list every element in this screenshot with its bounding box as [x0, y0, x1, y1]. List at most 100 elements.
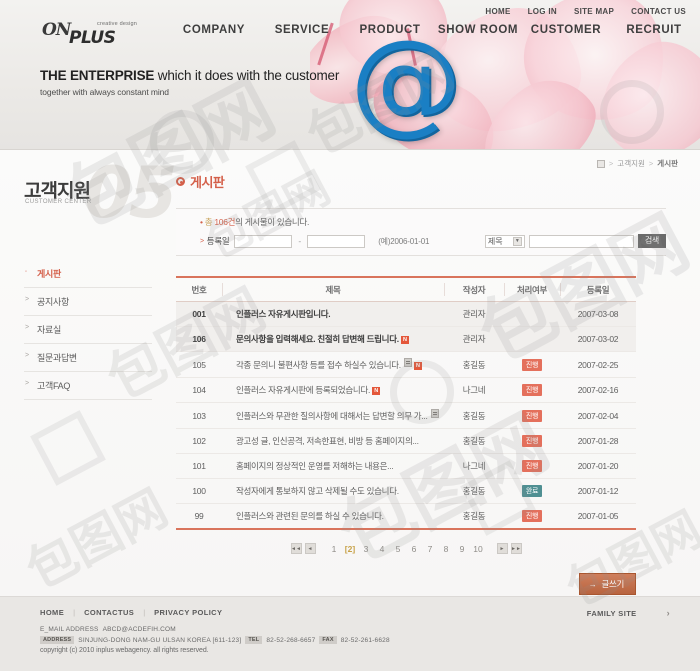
site-logo[interactable]: ON PLUS creative design [42, 20, 152, 48]
cell-title[interactable]: 인플러스 자유게시판에 등록되었습니다. N [222, 377, 444, 403]
post-title-link[interactable]: 인플러스와 관련된 문의를 하실 수 있습니다. [236, 511, 384, 521]
pagination-prev-button[interactable]: ◄ [304, 543, 316, 554]
filter-label-text: 등록일 [206, 236, 230, 246]
status-badge: 진행 [521, 510, 543, 522]
table-row[interactable]: 100 작성자에게 통보하지 않고 삭제될 수도 있습니다. 홍길동 완료 2007-0… [176, 478, 636, 504]
footer-tel-value: 82-52-268-6657 [266, 636, 316, 644]
chevron-down-icon: ▼ [512, 236, 522, 246]
pagination-page-8[interactable]: 8 [440, 544, 453, 554]
footer-link-privacy[interactable]: PRIVACY POLICY [154, 608, 222, 617]
table-row[interactable]: 001 인플러스 자유게시판입니다. 관리자 2007-03-08 [176, 301, 636, 327]
pagination-page-4[interactable]: 4 [376, 544, 389, 554]
footer-links[interactable]: HOME | CONTACTUS | PRIVACY POLICY [40, 608, 670, 617]
post-title-link[interactable]: 인플러스 자유게시판입니다. [236, 309, 331, 319]
nav-item-showroom[interactable]: SHOW ROOM [434, 24, 522, 36]
board-table-head: 번호 제목 작성자 처리여부 등록일 [176, 276, 636, 302]
topnav-item-sitemap[interactable]: SITE MAP [574, 7, 614, 16]
sidebar-item-faq[interactable]: > 고객FAQ [24, 372, 152, 400]
nav-item-service[interactable]: SERVICE [258, 24, 346, 36]
cell-writer: 나그네 [444, 377, 504, 403]
nav-item-product[interactable]: PRODUCT [346, 24, 434, 36]
footer-copyright: copyright (c) 2010 inplus webagency. all… [40, 647, 209, 654]
th-date: 등록일 [560, 276, 636, 302]
pagination-page-5[interactable]: 5 [392, 544, 405, 554]
cell-title[interactable]: 홈페이지의 정상적인 운영를 저해하는 내용은... [222, 453, 444, 479]
nav-item-recruit[interactable]: RECRUIT [610, 24, 698, 36]
table-row[interactable]: 102 광고성 글, 인신공격, 저속한표현, 비방 등 홈페이지의... 홍길동 진… [176, 428, 636, 454]
date-to-input[interactable] [307, 234, 366, 248]
table-row[interactable]: 106 문의사항을 입력해세요. 친절히 답변해 드립니다. N 관리자 2007-03… [176, 326, 636, 352]
cell-title[interactable]: 인플러스 자유게시판입니다. [222, 301, 444, 327]
footer-link-home[interactable]: HOME [40, 608, 64, 617]
attachment-icon [403, 358, 412, 367]
cell-title[interactable]: 광고성 글, 인신공격, 저속한표현, 비방 등 홈페이지의... [222, 428, 444, 454]
search-keyword-input[interactable] [528, 234, 634, 248]
cell-writer: 관리자 [444, 301, 504, 327]
pagination-page-10[interactable]: 10 [472, 544, 485, 554]
sidebar-item-label: 질문과답변 [37, 353, 77, 363]
sidebar-header: 05 고객지원 CUSTOMER CENTER [24, 158, 177, 252]
post-title-link[interactable]: 작성자에게 통보하지 않고 삭제될 수도 있습니다. [236, 486, 399, 496]
pagination[interactable]: ◄◄ ◄ 1 [2] 3 4 5 6 7 8 9 10 ► ►► [176, 543, 636, 554]
table-row[interactable]: 104 인플러스 자유게시판에 등록되었습니다. N 나그네 진행 2007-02-16 [176, 377, 636, 403]
sidebar-item-qna[interactable]: > 질문과답변 [24, 344, 152, 372]
sidebar-item-notice[interactable]: > 공지사항 [24, 288, 152, 316]
chevron-right-icon: > [25, 380, 29, 387]
home-icon[interactable] [596, 159, 605, 168]
cell-state: 진행 [504, 402, 560, 429]
site-header: @ HOME LOG IN SITE MAP CONTACT US ON PLU… [0, 0, 700, 150]
pagination-last-button[interactable]: ►► [510, 543, 522, 554]
table-row[interactable]: 103 인플러스와 무관한 질의사항에 대해서는 답변할 의무 가... 홍길동 진행… [176, 402, 636, 429]
cell-title[interactable]: 각종 문의니 불편사항 등를 접수 하실수 있습니다. N [222, 351, 444, 378]
cell-writer: 홍길동 [444, 478, 504, 504]
search-field-select[interactable]: 제목 ▼ [484, 234, 525, 248]
site-footer: HOME | CONTACTUS | PRIVACY POLICY FAMILY… [0, 596, 700, 671]
main-nav[interactable]: COMPANY SERVICE PRODUCT SHOW ROOM CUSTOM… [170, 24, 698, 36]
post-title-link[interactable]: 문의사항을 입력해세요. 친절히 답변해 드립니다. [236, 334, 399, 344]
search-button[interactable]: 검색 [637, 234, 666, 248]
cell-title[interactable]: 문의사항을 입력해세요. 친절히 답변해 드립니다. N [222, 326, 444, 352]
board-table-wrapper: 번호 제목 작성자 처리여부 등록일 001 인플러스 자유게시판입니다. 관리자 2… [176, 276, 636, 530]
cell-state: 완료 [504, 478, 560, 504]
family-site-selector[interactable]: FAMILY SITE › [587, 608, 670, 618]
pagination-next-button[interactable]: ► [496, 543, 508, 554]
date-from-input[interactable] [234, 234, 293, 248]
post-title-link[interactable]: 광고성 글, 인신공격, 저속한표현, 비방 등 홈페이지의... [236, 436, 419, 446]
breadcrumb-level-1[interactable]: 고객지원 [617, 158, 645, 169]
post-title-link[interactable]: 인플러스 자유게시판에 등록되었습니다. [236, 385, 370, 395]
write-post-button[interactable]: → 글쓰기 [578, 573, 636, 595]
post-title-link[interactable]: 인플러스와 무관한 질의사항에 대해서는 답변할 의무 가... [236, 411, 428, 421]
topnav-item-contactus[interactable]: CONTACT US [631, 7, 686, 16]
pagination-page-6[interactable]: 6 [408, 544, 421, 554]
footer-fax-value: 82-52-261-6628 [340, 636, 390, 644]
date-range-dash: - [298, 236, 302, 246]
topnav-item-home[interactable]: HOME [485, 7, 510, 16]
table-row[interactable]: 101 홈페이지의 정상적인 운영를 저해하는 내용은... 나그네 진행 2007-0… [176, 453, 636, 479]
table-row[interactable]: 99 인플러스와 관련된 문의를 하실 수 있습니다. 홍길동 진행 2007-01-0… [176, 503, 636, 530]
topnav-item-login[interactable]: LOG IN [528, 7, 557, 16]
pagination-page-9[interactable]: 9 [456, 544, 469, 554]
search-field-value: 제목 [487, 236, 503, 246]
cell-title[interactable]: 인플러스와 무관한 질의사항에 대해서는 답변할 의무 가... [222, 402, 444, 429]
pagination-page-1[interactable]: 1 [328, 544, 341, 554]
cell-state [504, 301, 560, 327]
footer-email-label: E_MAIL ADDRESS [40, 626, 99, 633]
pagination-page-3[interactable]: 3 [360, 544, 373, 554]
pagination-page-7[interactable]: 7 [424, 544, 437, 554]
pagination-first-button[interactable]: ◄◄ [290, 543, 302, 554]
table-row[interactable]: 105 각종 문의니 불편사항 등를 접수 하실수 있습니다. N 홍길동 진행 2007… [176, 351, 636, 378]
sidebar-item-datalib[interactable]: > 자료실 [24, 316, 152, 344]
cell-title[interactable]: 인플러스와 관련된 문의를 하실 수 있습니다. [222, 503, 444, 530]
footer-link-contactus[interactable]: CONTACTUS [84, 608, 134, 617]
pagination-page-2[interactable]: [2] [344, 544, 357, 554]
nav-item-company[interactable]: COMPANY [170, 24, 258, 36]
content-area: 게시판 • 총 106건의 게시물이 있습니다. > 등록일 - (예)2006 [176, 172, 666, 595]
sidebar-item-board[interactable]: ◦ 게시판 [24, 260, 152, 288]
filter-row: > 등록일 - (예)2006-01-01 제목 ▼ 검색 [200, 234, 666, 248]
nav-item-customer[interactable]: CUSTOMER [522, 24, 610, 36]
post-title-link[interactable]: 홈페이지의 정상적인 운영를 저해하는 내용은... [236, 461, 394, 471]
cell-state: 진행 [504, 453, 560, 479]
cell-title[interactable]: 작성자에게 통보하지 않고 삭제될 수도 있습니다. [222, 478, 444, 504]
post-title-link[interactable]: 각종 문의니 불편사항 등를 접수 하실수 있습니다. [236, 360, 401, 370]
top-utility-nav[interactable]: HOME LOG IN SITE MAP CONTACT US [485, 7, 686, 16]
